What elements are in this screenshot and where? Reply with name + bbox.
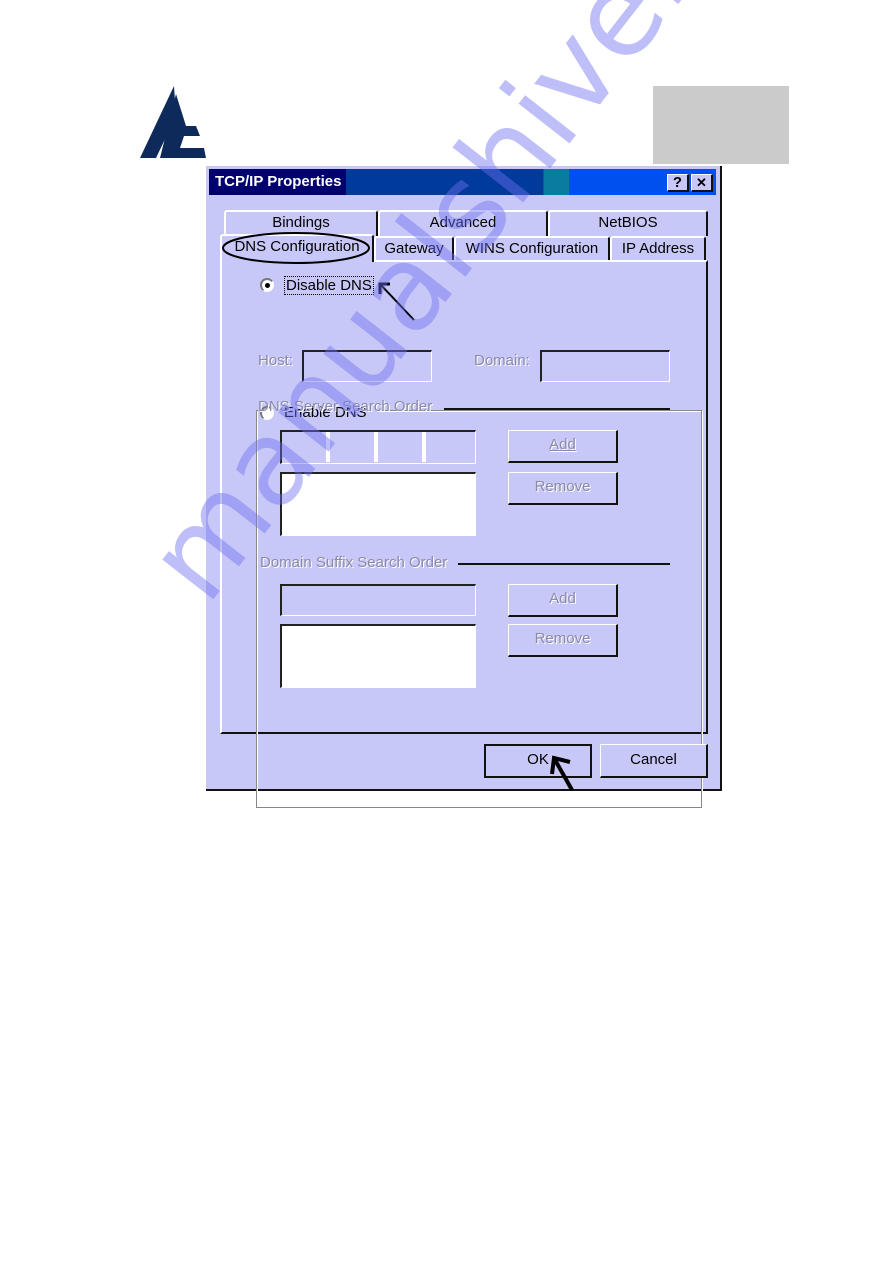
tab-label: Gateway <box>384 240 444 257</box>
tcpip-properties-dialog: TCP/IP Properties ? ✕ Bindings Advanced … <box>206 166 722 808</box>
ip-separator <box>374 432 378 462</box>
close-button[interactable]: ✕ <box>691 174 713 192</box>
domain-suffix-remove-button[interactable]: Remove <box>508 624 618 657</box>
tab-advanced[interactable]: Advanced <box>378 210 548 236</box>
header-gray-box <box>653 86 789 164</box>
company-logo-icon <box>140 86 206 158</box>
host-input[interactable] <box>302 350 432 382</box>
disable-dns-label[interactable]: Disable DNS <box>284 276 374 295</box>
tab-gateway[interactable]: Gateway <box>374 236 454 262</box>
annotation-ellipse <box>222 232 370 264</box>
button-label: Cancel <box>630 751 677 768</box>
button-label: Add <box>549 590 576 607</box>
dns-server-order-label: DNS Server Search Order <box>258 398 433 415</box>
dns-server-ip-input[interactable] <box>280 430 476 464</box>
annotation-arrow-ok <box>550 755 574 791</box>
ip-separator <box>422 432 426 462</box>
disable-dns-radio[interactable] <box>260 278 274 292</box>
button-label: Add <box>549 436 576 453</box>
domain-suffix-list[interactable] <box>280 624 476 688</box>
button-label: Remove <box>534 478 591 495</box>
domain-suffix-order-label: Domain Suffix Search Order <box>260 554 448 571</box>
tab-label: WINS Configuration <box>465 240 599 257</box>
tab-wins-configuration[interactable]: WINS Configuration <box>454 236 610 262</box>
tab-label: IP Address <box>621 240 695 257</box>
domain-label: Domain: <box>474 352 530 369</box>
tab-label: NetBIOS <box>598 214 658 231</box>
ip-separator <box>326 432 330 462</box>
dialog-title: TCP/IP Properties <box>215 173 342 190</box>
tab-label: Bindings <box>272 214 330 231</box>
annotation-arrow-disable <box>378 282 415 321</box>
domain-suffix-add-button[interactable]: Add <box>508 584 618 617</box>
divider <box>444 408 670 410</box>
tab-ip-address[interactable]: IP Address <box>610 236 706 262</box>
dns-configuration-panel: Disable DNS Enable DNS Host: Domain: DNS… <box>220 260 708 808</box>
cancel-button[interactable]: Cancel <box>600 744 708 778</box>
tab-label: Advanced <box>429 214 497 231</box>
dns-server-list[interactable] <box>280 472 476 536</box>
radio-dot <box>265 283 270 288</box>
divider <box>458 563 670 565</box>
button-label: Remove <box>534 630 591 647</box>
close-icon: ✕ <box>696 175 707 190</box>
domain-input[interactable] <box>540 350 670 382</box>
help-button[interactable]: ? <box>667 174 689 192</box>
title-bar[interactable]: TCP/IP Properties ? ✕ <box>209 169 716 195</box>
tab-netbios[interactable]: NetBIOS <box>548 210 708 236</box>
dns-server-add-button[interactable]: Add <box>508 430 618 463</box>
dns-server-remove-button[interactable]: Remove <box>508 472 618 505</box>
host-label: Host: <box>258 352 294 369</box>
help-icon: ? <box>672 174 683 191</box>
domain-suffix-input[interactable] <box>280 584 476 616</box>
